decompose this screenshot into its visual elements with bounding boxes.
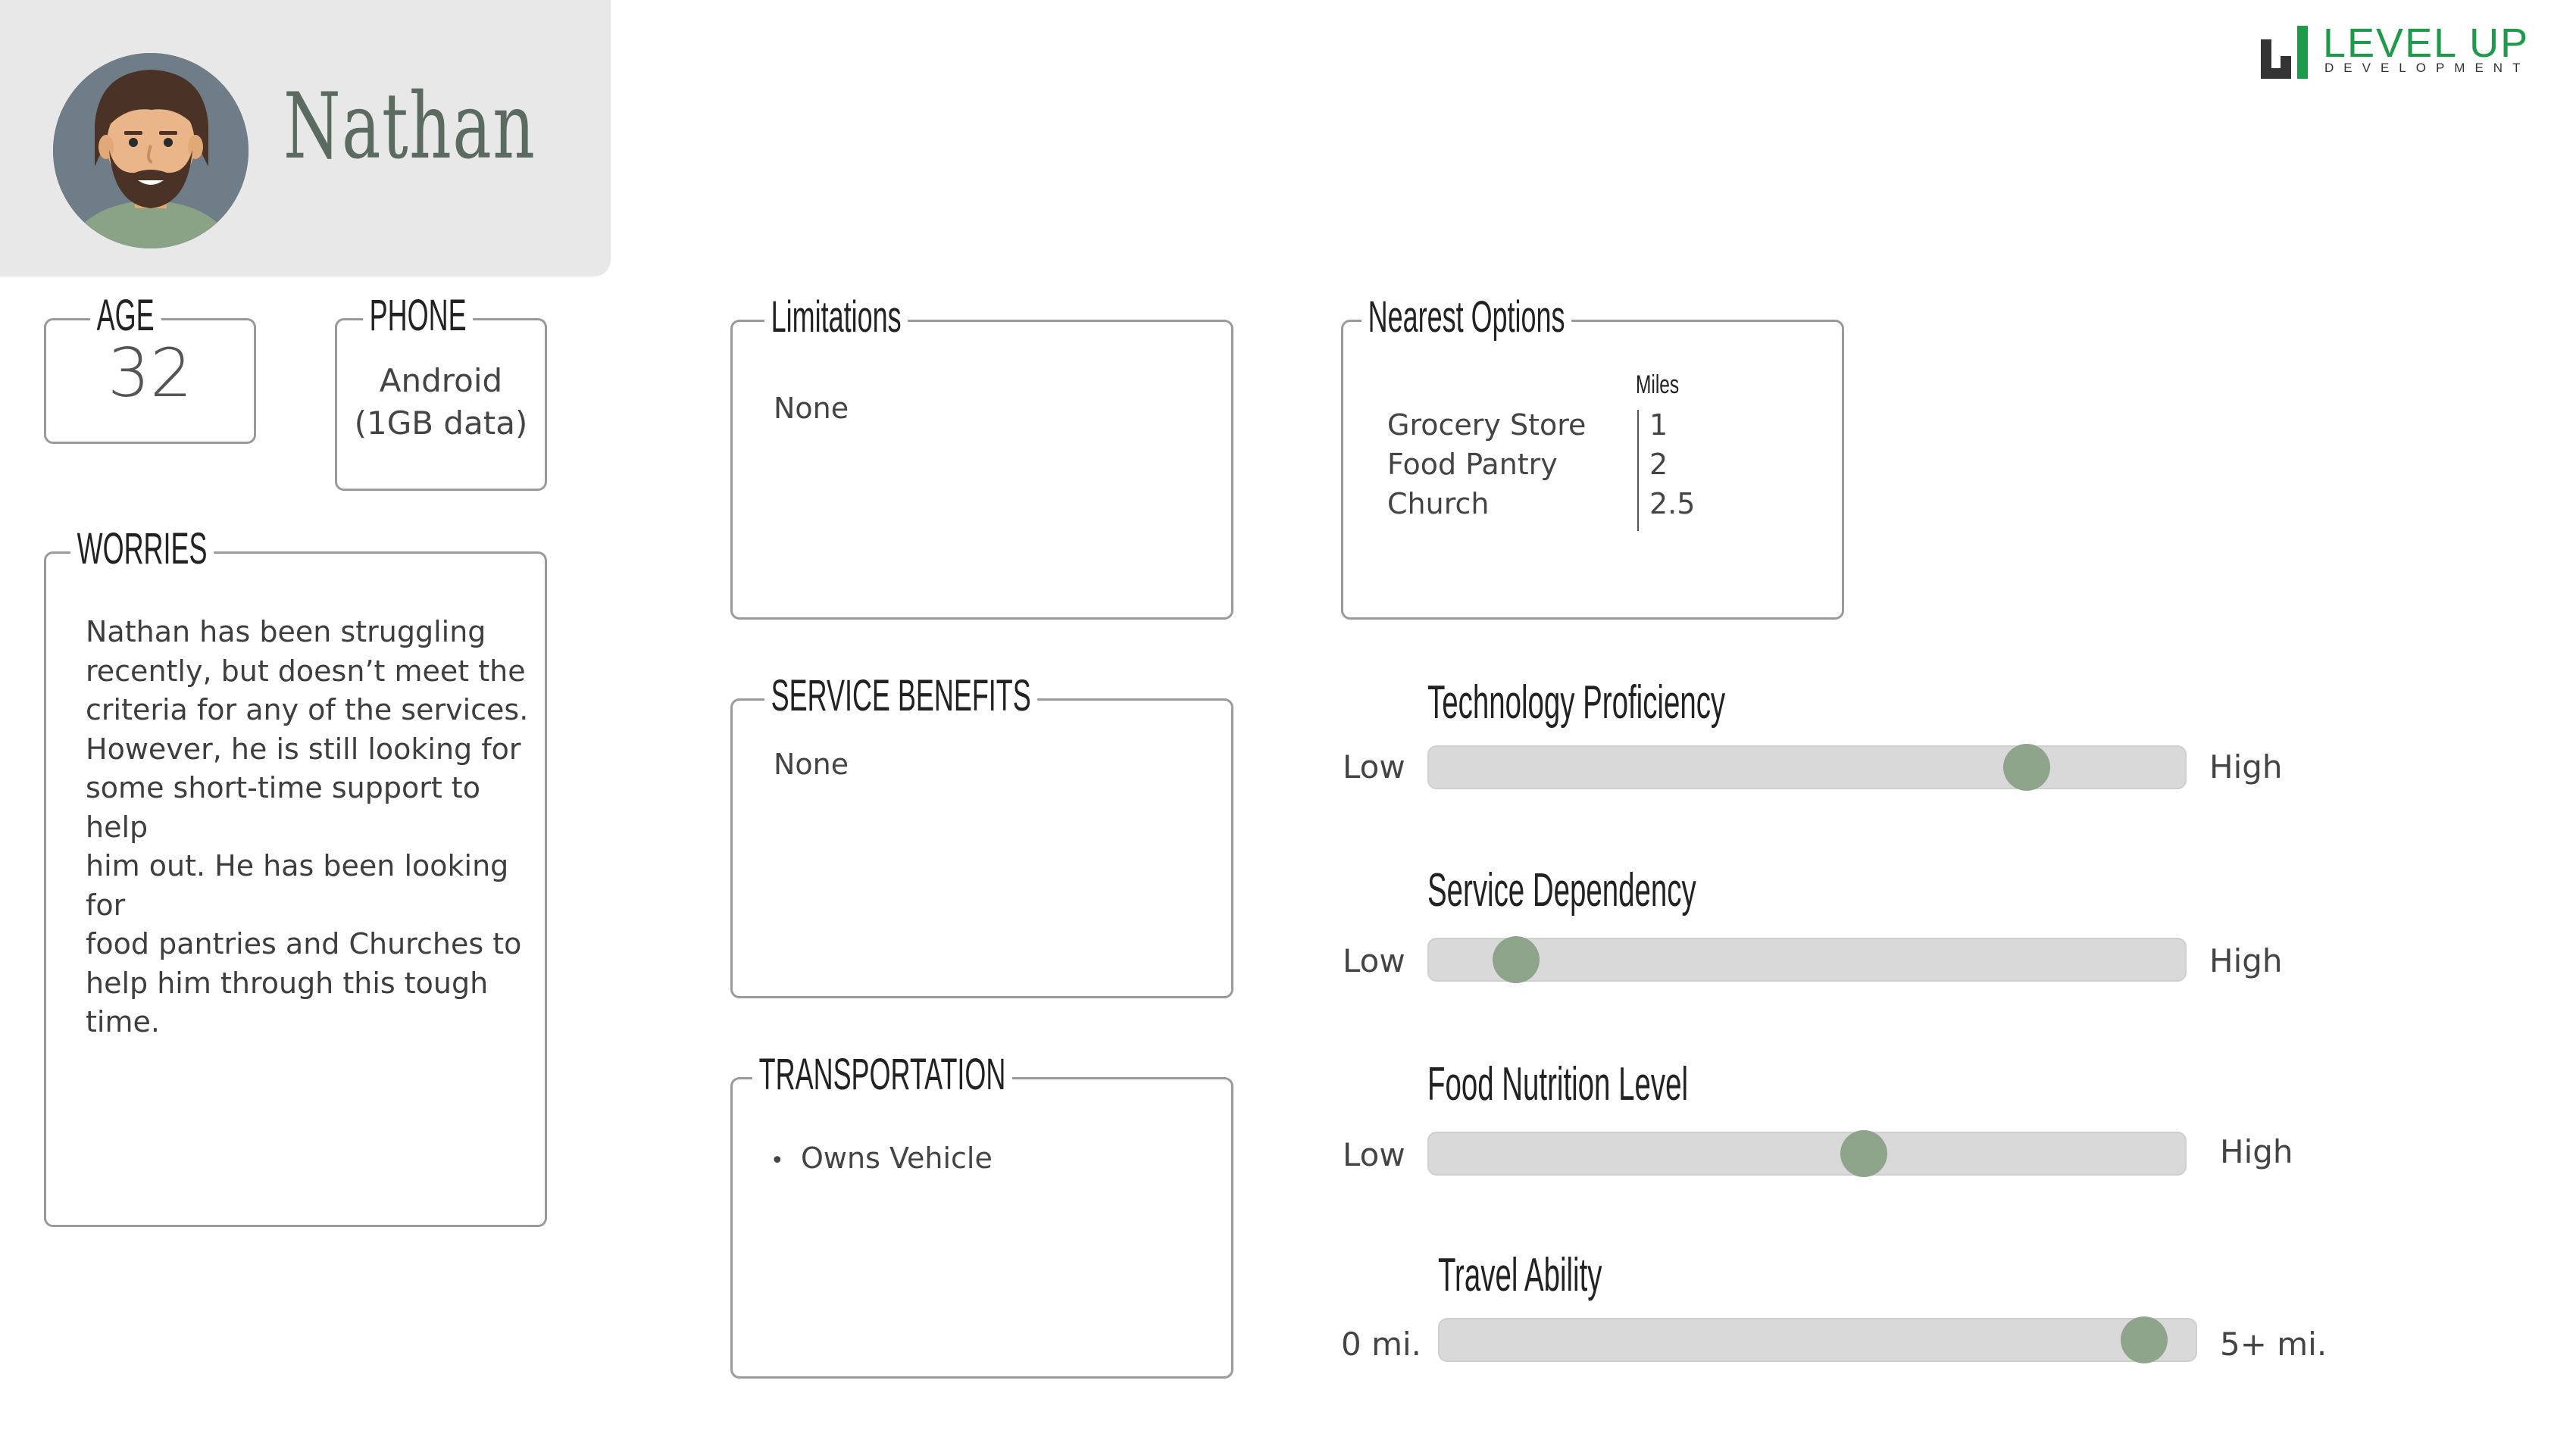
option-miles: 1	[1649, 408, 1668, 442]
miles-column-header: Miles	[1636, 370, 1680, 399]
technology-proficiency-slider[interactable]	[1427, 744, 2187, 791]
phone-model: Android	[379, 362, 503, 399]
service-benefits-box: SERVICE BENEFITS None	[730, 673, 1233, 998]
service-dependency-title: Service Dependency	[1427, 864, 1696, 917]
service-dependency-slider[interactable]	[1427, 936, 2187, 983]
slider-knob[interactable]	[1493, 936, 1540, 983]
worries-line: help him through this tough	[86, 966, 489, 1000]
phone-label: PHONE	[363, 293, 474, 339]
avatar-illustration	[53, 53, 249, 248]
worries-line: Nathan has been struggling	[86, 615, 486, 648]
food-nutrition-level-title: Food Nutrition Level	[1427, 1058, 1689, 1110]
slider-low-label: Low	[1343, 748, 1405, 785]
travel-ability-slider[interactable]	[1438, 1316, 2197, 1363]
avatar	[53, 53, 249, 248]
company-logo: LEVEL UP DEVELOPMENT	[2261, 20, 2549, 80]
phone-value: Android (1GB data)	[337, 360, 545, 445]
worries-line: However, he is still looking for	[86, 732, 521, 766]
worries-box: WORRIES Nathan has been struggling recen…	[44, 526, 547, 1227]
bullet-icon: •	[771, 1148, 784, 1174]
worries-line: food pantries and Churches to	[86, 927, 522, 960]
transportation-item: Owns Vehicle	[801, 1141, 993, 1175]
option-name: Grocery Store	[1387, 408, 1587, 442]
worries-line: recently, but doesn’t meet the	[86, 654, 526, 688]
worries-line: criteria for any of the services.	[86, 693, 529, 726]
service-benefits-label: SERVICE BENEFITS	[764, 673, 1038, 719]
limitations-label: Limitations	[764, 295, 908, 340]
worries-line: him out. He has been looking for	[86, 849, 509, 922]
option-miles: 2.5	[1649, 487, 1696, 520]
option-miles: 2	[1649, 448, 1668, 481]
worries-line: time.	[86, 1005, 160, 1038]
limitations-box: Limitations None	[730, 295, 1233, 620]
age-box: AGE 32	[44, 293, 256, 444]
slider-knob[interactable]	[2003, 744, 2051, 791]
slider-high-label: High	[2209, 942, 2283, 979]
transportation-label: TRANSPORTATION	[752, 1052, 1013, 1098]
slider-low-label: 0 mi.	[1341, 1326, 1422, 1363]
option-name: Food Pantry	[1387, 448, 1558, 481]
phone-box: PHONE Android (1GB data)	[335, 293, 547, 491]
slider-knob[interactable]	[2120, 1316, 2168, 1363]
food-nutrition-level-slider[interactable]	[1427, 1130, 2187, 1177]
worries-text: Nathan has been struggling recently, but…	[86, 613, 540, 1042]
age-label: AGE	[90, 293, 161, 339]
slider-high-label: High	[2209, 748, 2283, 785]
worries-line: some short-time support to help	[86, 771, 480, 844]
age-value: 32	[108, 334, 192, 412]
phone-data-plan: (1GB data)	[354, 404, 528, 442]
option-name: Church	[1387, 487, 1490, 520]
limitations-text: None	[774, 392, 849, 425]
slider-knob[interactable]	[1840, 1130, 1887, 1177]
persona-header: Nathan	[0, 0, 611, 276]
column-divider	[1637, 410, 1639, 531]
list-item: • Owns Vehicle	[771, 1138, 993, 1181]
logo-title: LEVEL UP	[2323, 20, 2530, 66]
worries-label: WORRIES	[70, 526, 214, 572]
technology-proficiency-title: Technology Proficiency	[1427, 676, 1726, 729]
slider-high-label: 5+ mi.	[2220, 1326, 2327, 1363]
slider-low-label: Low	[1343, 1136, 1405, 1173]
transportation-list: • Owns Vehicle	[771, 1138, 993, 1181]
slider-low-label: Low	[1343, 942, 1405, 979]
persona-name: Nathan	[283, 74, 536, 180]
nearest-options-box: Nearest Options Miles Grocery Store Food…	[1341, 295, 1844, 620]
logo-subtitle: DEVELOPMENT	[2324, 61, 2531, 75]
transportation-box: TRANSPORTATION • Owns Vehicle	[730, 1052, 1233, 1379]
bar-chart-logo-icon	[2261, 26, 2308, 79]
travel-ability-title: Travel Ability	[1438, 1249, 1602, 1301]
nearest-options-label: Nearest Options	[1361, 295, 1572, 340]
slider-high-label: High	[2220, 1133, 2293, 1170]
service-benefits-text: None	[774, 748, 849, 781]
